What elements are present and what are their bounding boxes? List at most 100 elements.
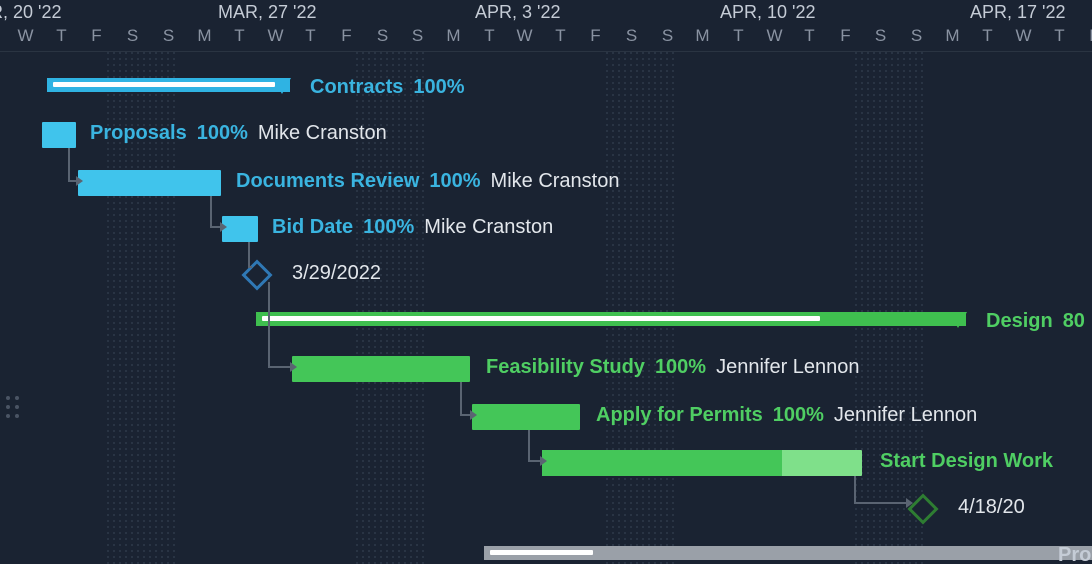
dependency-connector bbox=[68, 148, 70, 180]
dependency-arrow-icon bbox=[290, 362, 297, 372]
task-assignee: Jennifer Lennon bbox=[716, 356, 859, 379]
timeline-day-label: F bbox=[79, 26, 114, 46]
gantt-task-bar[interactable] bbox=[542, 450, 862, 476]
timeline-week-label: APR, 10 '22 bbox=[720, 2, 816, 23]
gantt-task-label: Pro bbox=[1058, 544, 1091, 564]
task-assignee: Mike Cranston bbox=[424, 216, 553, 239]
task-assignee: Jennifer Lennon bbox=[834, 404, 977, 427]
timeline-day-label: W bbox=[8, 26, 43, 46]
dependency-connector bbox=[248, 266, 252, 268]
task-title: Feasibility Study bbox=[486, 356, 645, 379]
timeline-day-label: T bbox=[543, 26, 578, 46]
task-assignee: Mike Cranston bbox=[258, 122, 387, 145]
gantt-task-label: Start Design Work bbox=[880, 450, 1053, 473]
task-percent: 100% bbox=[197, 122, 248, 145]
gantt-task-row[interactable]: Proposals 100% Mike Cranston bbox=[0, 118, 1092, 154]
gantt-milestone-row[interactable]: 3/29/2022 bbox=[0, 258, 1092, 294]
timeline-day-label: M bbox=[935, 26, 970, 46]
dependency-connector bbox=[854, 502, 908, 504]
timeline-day-label: W bbox=[757, 26, 792, 46]
dependency-arrow-icon bbox=[76, 176, 83, 186]
task-percent: 100% bbox=[413, 76, 464, 99]
gantt-summary-bar[interactable] bbox=[484, 546, 1092, 564]
gantt-summary-row[interactable]: Contracts 100% bbox=[0, 72, 1092, 108]
gantt-task-bar[interactable] bbox=[472, 404, 580, 430]
timeline-week-row: R, 20 '22 MAR, 27 '22 APR, 3 '22 APR, 10 '2… bbox=[0, 0, 1092, 24]
timeline-day-label: W bbox=[258, 26, 293, 46]
gantt-task-bar[interactable] bbox=[78, 170, 221, 196]
timeline-day-label: S bbox=[650, 26, 685, 46]
gantt-task-label: Feasibility Study 100% Jennifer Lennon bbox=[486, 356, 860, 379]
gantt-task-label: Apply for Permits 100% Jennifer Lennon bbox=[596, 404, 977, 427]
timeline-day-label: T bbox=[222, 26, 257, 46]
milestone-date-label: 3/29/2022 bbox=[292, 262, 381, 285]
timeline-day-label: T bbox=[44, 26, 79, 46]
dependency-arrow-icon bbox=[906, 498, 913, 508]
gantt-task-row[interactable]: Documents Review100%Mike Cranston bbox=[0, 166, 1092, 202]
task-title: Bid Date bbox=[272, 216, 353, 239]
timeline-day-label: T bbox=[1042, 26, 1077, 46]
task-title: Proposals bbox=[90, 122, 187, 145]
gantt-chart-area[interactable]: Contracts 100% Proposals 100% Mike Cranston D… bbox=[0, 52, 1092, 564]
gantt-summary-row[interactable]: Design 80 bbox=[0, 306, 1092, 342]
gantt-task-bar[interactable] bbox=[42, 122, 76, 148]
task-percent: 100% bbox=[363, 216, 414, 239]
timeline-day-label: F bbox=[578, 26, 613, 46]
timeline-week-label: APR, 3 '22 bbox=[475, 2, 560, 23]
timeline-day-label: S bbox=[115, 26, 150, 46]
task-percent: 100% bbox=[655, 356, 706, 379]
timeline-week-label: R, 20 '22 bbox=[0, 2, 61, 23]
timeline-day-label: F bbox=[1077, 26, 1092, 46]
timeline-day-label: F bbox=[329, 26, 364, 46]
gantt-task-label: Contracts 100% bbox=[310, 76, 465, 99]
timeline-day-label: S bbox=[614, 26, 649, 46]
timeline-day-label: M bbox=[436, 26, 471, 46]
dependency-connector bbox=[460, 382, 462, 414]
dependency-connector bbox=[210, 196, 212, 226]
timeline-day-label: T bbox=[970, 26, 1005, 46]
task-title: Pro bbox=[1058, 544, 1091, 564]
dependency-connector bbox=[248, 242, 250, 266]
task-title: Apply for Permits bbox=[596, 404, 763, 427]
gantt-task-row[interactable]: Apply for Permits 100% Jennifer Lennon bbox=[0, 400, 1092, 436]
gantt-task-row[interactable]: Feasibility Study 100% Jennifer Lennon bbox=[0, 352, 1092, 388]
task-assignee: Mike Cranston bbox=[491, 170, 620, 193]
gantt-milestone-row[interactable]: 4/18/20 bbox=[0, 492, 1092, 528]
dependency-arrow-icon bbox=[470, 410, 477, 420]
task-percent: 80 bbox=[1063, 310, 1085, 333]
timeline-header: R, 20 '22 MAR, 27 '22 APR, 3 '22 APR, 10 '2… bbox=[0, 0, 1092, 52]
timeline-day-label: S bbox=[365, 26, 400, 46]
milestone-date-label: 4/18/20 bbox=[958, 496, 1025, 519]
gantt-task-bar[interactable] bbox=[222, 216, 258, 242]
task-percent: 100% bbox=[773, 404, 824, 427]
gantt-summary-row[interactable]: Pro bbox=[0, 540, 1092, 564]
gantt-task-label: Documents Review100%Mike Cranston bbox=[236, 170, 619, 193]
timeline-day-label: M bbox=[187, 26, 222, 46]
timeline-day-label: T bbox=[293, 26, 328, 46]
timeline-day-label: W bbox=[507, 26, 542, 46]
dependency-connector bbox=[268, 282, 270, 366]
dependency-arrow-icon bbox=[220, 222, 227, 232]
gantt-task-row[interactable]: Bid Date 100% Mike Cranston bbox=[0, 212, 1092, 248]
gantt-task-label: Design 80 bbox=[986, 310, 1085, 333]
timeline-week-label: MAR, 27 '22 bbox=[218, 2, 316, 23]
task-title: Contracts bbox=[310, 76, 403, 99]
timeline-day-label: T bbox=[721, 26, 756, 46]
timeline-day-label: S bbox=[400, 26, 435, 46]
timeline-day-label: S bbox=[151, 26, 186, 46]
timeline-day-label: W bbox=[1006, 26, 1041, 46]
drag-handle-icon[interactable] bbox=[6, 396, 18, 424]
task-title: Design bbox=[986, 310, 1053, 333]
timeline-day-label: S bbox=[899, 26, 934, 46]
dependency-connector bbox=[854, 476, 856, 502]
timeline-day-row: WTFSSMTWTFSSMTWTFSSMTWTFSSMTWTF bbox=[0, 24, 1092, 52]
task-title: Start Design Work bbox=[880, 450, 1053, 473]
gantt-summary-bar[interactable] bbox=[47, 78, 290, 96]
task-percent: 100% bbox=[429, 170, 480, 193]
timeline-day-label: T bbox=[472, 26, 507, 46]
dependency-connector bbox=[528, 430, 530, 460]
gantt-summary-bar[interactable] bbox=[256, 312, 966, 330]
timeline-day-label: F bbox=[828, 26, 863, 46]
dependency-connector bbox=[268, 366, 292, 368]
gantt-task-bar[interactable] bbox=[292, 356, 470, 382]
